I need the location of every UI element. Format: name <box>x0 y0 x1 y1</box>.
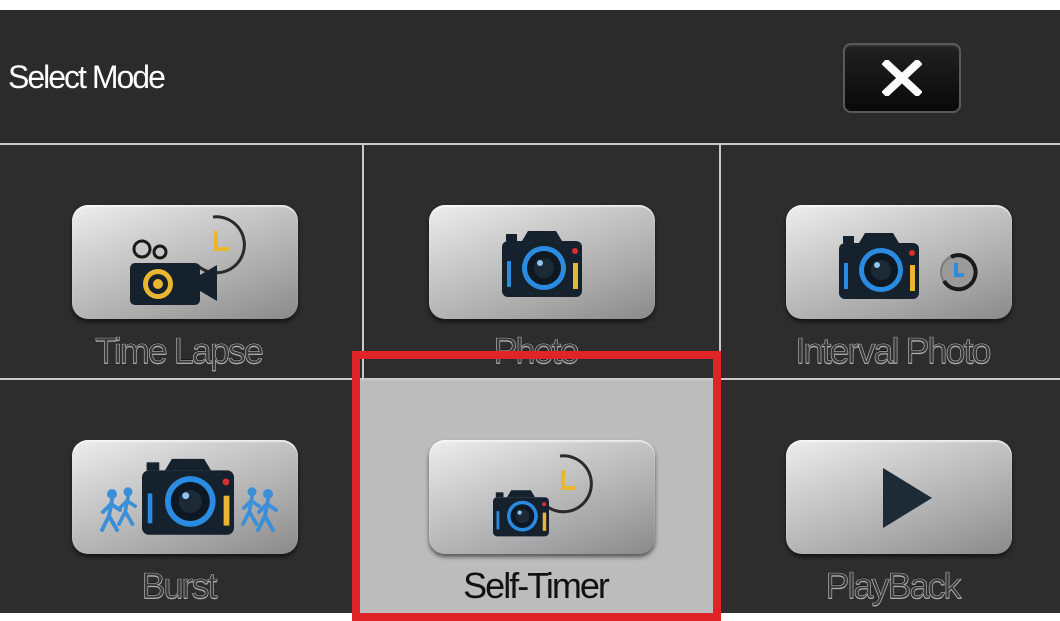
mode-tile <box>786 205 1012 319</box>
mode-label: Time Lapse <box>95 330 264 372</box>
close-x-icon <box>882 60 922 96</box>
mode-interval-photo[interactable]: Interval Photo <box>714 145 1060 379</box>
photo-camera-icon <box>502 231 582 297</box>
mode-photo[interactable]: Photo <box>357 145 714 379</box>
mode-tile <box>786 440 1012 554</box>
mode-burst[interactable]: Burst <box>0 380 357 613</box>
interval-photo-icon <box>839 233 978 299</box>
mode-playback[interactable]: PlayBack <box>714 380 1060 613</box>
mode-tile <box>429 205 655 319</box>
mode-label: Interval Photo <box>795 330 992 372</box>
header-bar: Select Mode <box>0 10 1060 143</box>
burst-camera-icon <box>100 458 278 535</box>
mode-label: PlayBack <box>825 565 962 607</box>
close-button[interactable] <box>843 43 961 113</box>
time-lapse-camera-icon <box>130 214 247 305</box>
page-title: Select Mode <box>8 59 166 95</box>
mode-tile <box>72 205 298 319</box>
play-icon <box>883 468 932 528</box>
mode-time-lapse[interactable]: Time Lapse <box>0 145 357 379</box>
selection-highlight <box>352 351 721 621</box>
mode-tile <box>72 440 298 554</box>
mode-label: Burst <box>141 565 218 607</box>
